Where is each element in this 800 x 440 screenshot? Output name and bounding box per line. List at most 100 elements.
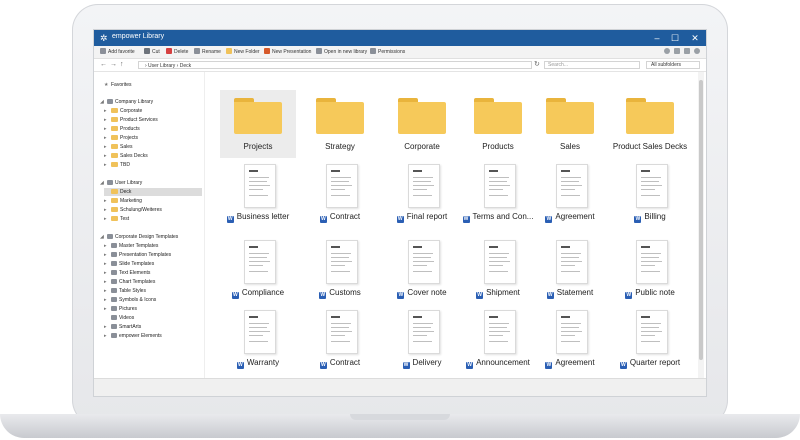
document-tile[interactable]: W Quarter report <box>612 310 688 372</box>
back-arrow-icon[interactable]: ← <box>100 61 107 69</box>
document-tile[interactable]: W Billing <box>612 164 688 226</box>
rename-button[interactable]: Rename <box>194 48 221 55</box>
up-arrow-icon[interactable]: ↑ <box>120 61 124 69</box>
document-tile[interactable]: W Announcement <box>460 310 536 372</box>
document-tile[interactable]: W Agreement <box>532 310 608 372</box>
folder-icon <box>398 98 446 134</box>
tree-item-presentation-templates[interactable]: ▸ Presentation Templates <box>104 252 171 259</box>
document-thumbnail <box>636 164 668 208</box>
chevron-right-icon: ▸ <box>104 153 107 159</box>
tree-item-marketing[interactable]: ▸ Marketing <box>104 198 142 205</box>
folder-icon <box>111 198 118 203</box>
tree-item-pictures[interactable]: ▸ Pictures <box>104 306 137 313</box>
delete-icon <box>166 48 172 54</box>
tree-item-smartarts[interactable]: ▸ SmartArts <box>104 324 141 331</box>
tree-item-videos[interactable]: Videos <box>104 315 134 322</box>
tree-item-table-styles[interactable]: ▸ Table Styles <box>104 288 146 295</box>
rename-icon <box>194 48 200 54</box>
word-document-icon: W <box>319 362 327 369</box>
subfolder-scope-select[interactable]: All subfolders <box>646 61 700 69</box>
document-tile[interactable]: W Terms and Con... <box>460 164 536 226</box>
tree-item-master-templates[interactable]: ▸ Master Templates <box>104 243 158 250</box>
document-tile[interactable]: W Contract <box>302 164 378 226</box>
tree-item-projects[interactable]: ▸ Projects <box>104 135 138 142</box>
document-tile[interactable]: W Delivery <box>384 310 460 372</box>
word-document-icon: W <box>545 362 553 369</box>
tree-item-user-library[interactable]: ◢ User Library <box>100 180 142 187</box>
tree-item-tbd[interactable]: ▸ TBD <box>104 162 130 169</box>
smartart-icon <box>111 324 117 329</box>
tree-item-sales-decks[interactable]: ▸ Sales Decks <box>104 153 148 160</box>
tree-item-sales[interactable]: ▸ Sales <box>104 144 133 151</box>
document-thumbnail <box>244 310 276 354</box>
document-tile[interactable]: W Compliance <box>220 240 296 302</box>
document-tile[interactable]: W Shipment <box>460 240 536 302</box>
help-icon[interactable] <box>694 48 700 54</box>
tree-item-corporate[interactable]: ▸ Corporate <box>104 108 142 115</box>
tree-item-deck[interactable]: Deck <box>104 189 131 196</box>
folder-icon <box>111 189 118 194</box>
tree-item-company-library[interactable]: ◢ Company Library <box>100 99 153 106</box>
tree-item-test[interactable]: ▸ Test <box>104 216 129 223</box>
tree-item-empower-elements[interactable]: ▸ empower Elements <box>104 333 162 340</box>
document-thumbnail <box>326 240 358 284</box>
folder-tile-projects[interactable]: Projects <box>220 90 296 158</box>
document-tile[interactable]: W Business letter <box>220 164 296 226</box>
chart-icon <box>111 279 117 284</box>
folder-tile-corporate[interactable]: Corporate <box>384 90 460 158</box>
breadcrumb[interactable]: › User Library › Deck <box>138 61 532 69</box>
document-tile[interactable]: W Cover note <box>384 240 460 302</box>
tree-item-product-services[interactable]: ▸ Product Services <box>104 117 158 124</box>
presentation-icon <box>264 48 270 54</box>
add-favorite-button[interactable]: Add favorite <box>100 48 135 55</box>
settings-icon[interactable] <box>664 48 670 54</box>
document-tile[interactable]: W Final report <box>384 164 460 226</box>
tree-item-symbols-icons[interactable]: ▸ Symbols & Icons <box>104 297 156 304</box>
forward-arrow-icon[interactable]: → <box>110 61 117 69</box>
folder-tile-sales[interactable]: Sales <box>532 90 608 158</box>
new-folder-button[interactable]: New Folder <box>226 48 260 55</box>
document-tile[interactable]: W Warranty <box>220 310 296 372</box>
folder-tile-product-sales-decks[interactable]: Product Sales Decks <box>608 90 692 158</box>
tree-item-chart-templates[interactable]: ▸ Chart Templates <box>104 279 155 286</box>
delete-button[interactable]: Delete <box>166 48 188 55</box>
tree-item-text-elements[interactable]: ▸ Text Elements <box>104 270 150 277</box>
tree-item-design-templates[interactable]: ◢ Corporate Design Templates <box>100 234 178 241</box>
list-view-icon[interactable] <box>684 48 690 54</box>
word-document-icon: W <box>231 292 239 299</box>
chevron-right-icon: ▸ <box>104 252 107 258</box>
folder-tile-strategy[interactable]: Strategy <box>302 90 378 158</box>
tree-item-products[interactable]: ▸ Products <box>104 126 140 133</box>
cut-button[interactable]: Cut <box>144 48 160 55</box>
status-bar <box>94 378 706 396</box>
tree-item-schulung[interactable]: ▸ Schulung/Weiteres <box>104 207 162 214</box>
scrollbar-thumb[interactable] <box>699 80 703 360</box>
close-button[interactable]: ✕ <box>688 32 702 44</box>
open-in-new-library-button[interactable]: Open in new library <box>316 48 367 55</box>
document-thumbnail <box>484 310 516 354</box>
vertical-scrollbar[interactable] <box>698 72 704 378</box>
tree-item-slide-templates[interactable]: ▸ Slide Templates <box>104 261 154 268</box>
new-presentation-button[interactable]: New Presentation <box>264 48 311 55</box>
word-document-icon: W <box>396 216 404 223</box>
minimize-button[interactable]: – <box>650 32 664 44</box>
document-tile[interactable]: W Statement <box>532 240 608 302</box>
search-input[interactable]: Search... <box>544 61 640 69</box>
empower-logo-icon: ✲ <box>100 33 108 43</box>
refresh-icon[interactable]: ↻ <box>534 61 540 69</box>
folder-tile-products[interactable]: Products <box>460 90 536 158</box>
laptop-notch <box>350 414 450 420</box>
document-tile[interactable]: W Public note <box>612 240 688 302</box>
chevron-down-icon: ◢ <box>100 234 104 240</box>
document-tile[interactable]: W Agreement <box>532 164 608 226</box>
folder-icon <box>111 216 118 221</box>
tree-item-favorites[interactable]: ★ Favorites <box>104 82 132 89</box>
grid-view-icon[interactable] <box>674 48 680 54</box>
templates-icon <box>107 234 113 239</box>
document-tile[interactable]: W Customs <box>302 240 378 302</box>
maximize-button[interactable]: ☐ <box>668 32 682 44</box>
document-tile[interactable]: W Contract <box>302 310 378 372</box>
permissions-button[interactable]: Permissions <box>370 48 405 55</box>
word-document-icon: W <box>634 216 642 223</box>
document-thumbnail <box>636 310 668 354</box>
